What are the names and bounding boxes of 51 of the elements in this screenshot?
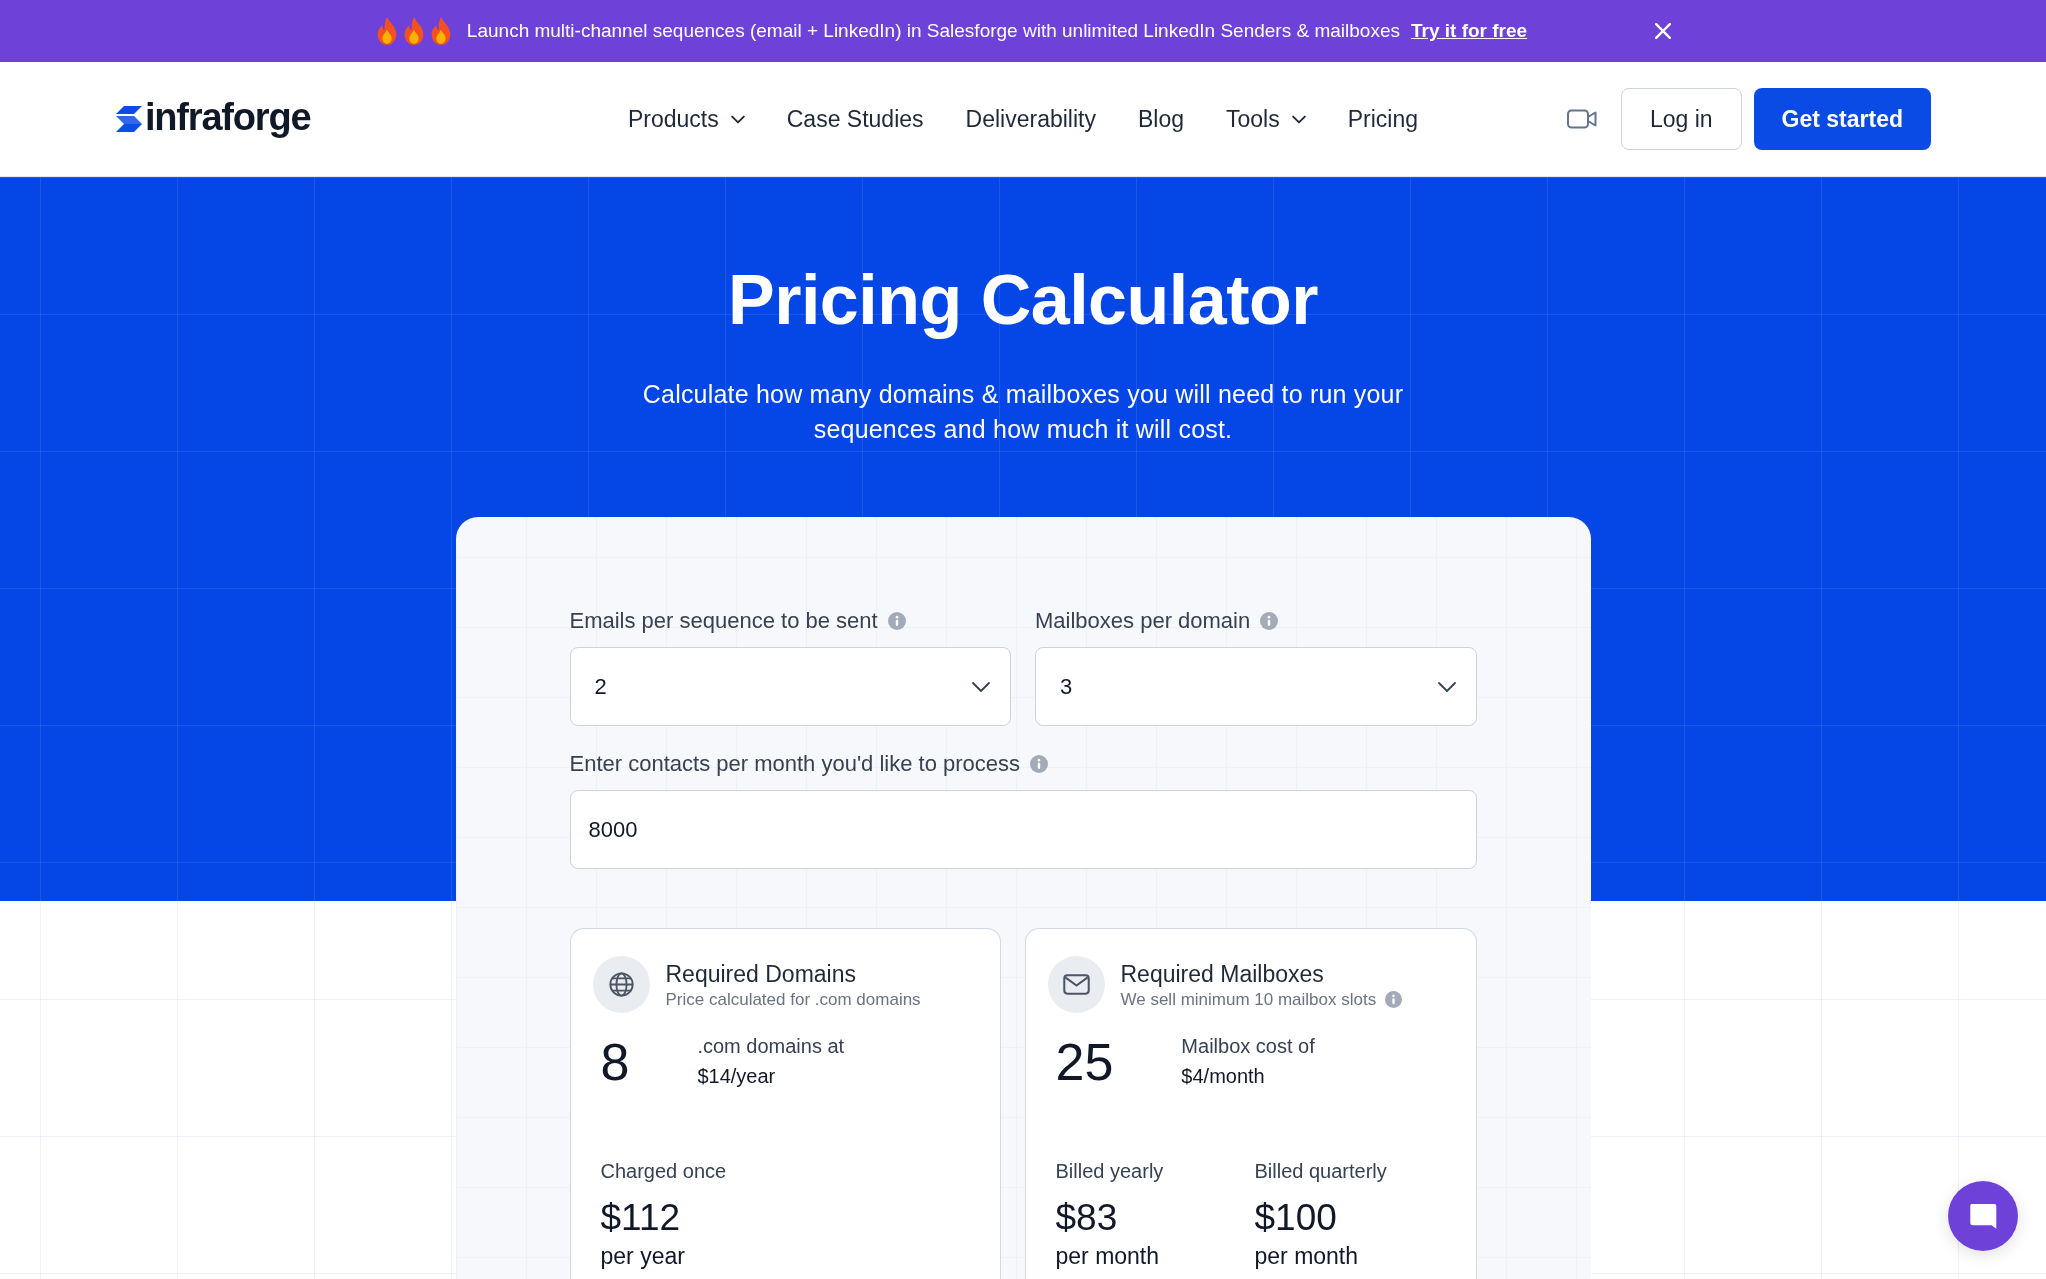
info-icon[interactable] bbox=[1030, 755, 1049, 773]
rate-label: Mailbox cost of bbox=[1181, 1034, 1315, 1059]
field-label: Mailboxes per domain bbox=[1035, 608, 1251, 634]
count-value: 25 bbox=[1055, 1032, 1114, 1093]
price-amount: $112 bbox=[600, 1196, 682, 1240]
login-button[interactable]: Log in bbox=[1620, 88, 1742, 150]
price-period: per year bbox=[600, 1242, 686, 1271]
close-button[interactable] bbox=[1655, 23, 1672, 39]
announcement-text: Launch multi-channel sequences (email + LinkedIn) in Salesforge with unlimited LinkedIn Senders & mailboxes bbox=[466, 20, 1400, 42]
input-field[interactable]: 8000 bbox=[569, 790, 1477, 869]
caret-icon bbox=[972, 681, 990, 692]
nav-link[interactable]: Case Studies bbox=[786, 105, 924, 133]
envelope-icon bbox=[1047, 956, 1105, 1013]
price-label: Billed quarterly bbox=[1254, 1159, 1388, 1184]
nav-link[interactable]: Deliverability bbox=[965, 105, 1096, 133]
nav-link[interactable]: Blog bbox=[1137, 105, 1184, 133]
logo-icon bbox=[115, 104, 143, 134]
page-subtitle: Calculate how many domains & mailboxes you will need to run your sequences and how much it will cost. bbox=[641, 379, 1405, 445]
select-field[interactable]: 2 bbox=[569, 647, 1011, 726]
card-subtitle: Price calculated for .com domains bbox=[665, 988, 921, 1011]
price-amount: $83 bbox=[1055, 1196, 1119, 1240]
field-label: Emails per sequence to be sent bbox=[569, 608, 878, 634]
get-started-button[interactable]: Get started bbox=[1753, 88, 1931, 150]
price-period: per month bbox=[1254, 1242, 1360, 1271]
rate-label: .com domains at bbox=[697, 1034, 845, 1059]
chat-bubble-icon bbox=[1968, 1201, 1998, 1231]
close-icon bbox=[1655, 23, 1672, 39]
card-subtitle: We sell minimum 10 mailbox slots bbox=[1120, 988, 1377, 1011]
field-label: Enter contacts per month you'd like to process bbox=[569, 751, 1021, 777]
count-value: 8 bbox=[600, 1032, 630, 1093]
info-icon[interactable] bbox=[887, 612, 906, 630]
globe-icon bbox=[592, 956, 650, 1013]
price-label: Billed yearly bbox=[1055, 1159, 1165, 1184]
info-icon[interactable] bbox=[1385, 991, 1403, 1008]
page-title: Pricing Calculator bbox=[727, 260, 1318, 341]
nav-link[interactable]: Products bbox=[628, 105, 745, 133]
nav-link[interactable]: Tools bbox=[1226, 105, 1306, 133]
info-icon[interactable] bbox=[1260, 612, 1279, 630]
caret-icon bbox=[1437, 681, 1456, 692]
nav-link[interactable]: Pricing bbox=[1347, 105, 1418, 133]
logo-link[interactable]: infraforge bbox=[115, 98, 311, 140]
rate-value: $14/year bbox=[697, 1064, 777, 1089]
select-field[interactable]: 3 bbox=[1035, 647, 1477, 726]
rate-value: $4/month bbox=[1181, 1064, 1266, 1089]
price-amount: $100 bbox=[1254, 1196, 1338, 1240]
price-period: per month bbox=[1055, 1242, 1161, 1271]
card-title: Required Mailboxes bbox=[1120, 959, 1325, 989]
video-camera-icon[interactable] bbox=[1566, 109, 1597, 129]
card-title: Required Domains bbox=[665, 959, 857, 989]
price-label: Charged once bbox=[600, 1159, 728, 1184]
try-free-link[interactable]: Try it for free bbox=[1410, 20, 1528, 42]
